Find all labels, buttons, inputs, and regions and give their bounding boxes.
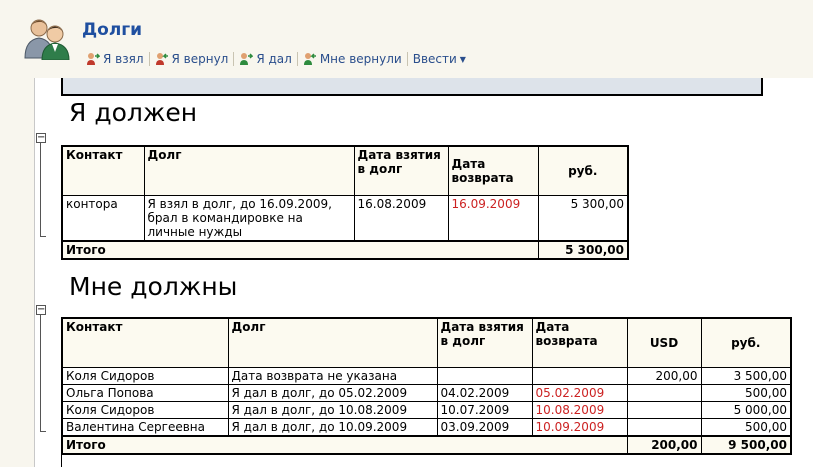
i-took-button[interactable]: Я взял — [86, 52, 144, 66]
section-title-owed-to-me: Мне должны — [69, 272, 238, 301]
table-header-row: Контакт Долг Дата взятия в долг Дата воз… — [61, 317, 792, 368]
cell-date-return — [531, 366, 628, 385]
table-row[interactable]: контора Я взял в долг, до 16.09.2009, бр… — [61, 194, 629, 241]
i-returned-label: Я вернул — [171, 52, 229, 66]
enter-dropdown-button[interactable]: Ввести ▼ — [413, 52, 466, 66]
col-header-debt: Долг — [227, 317, 438, 368]
total-rub: 9 500,00 — [700, 434, 792, 455]
cell-debt: Дата возврата не указана — [227, 366, 438, 385]
cell-date-return: 10.09.2009 — [531, 417, 628, 436]
cell-debt: Я дал в долг, до 10.09.2009 — [227, 417, 438, 436]
table-owed-to-me: Контакт Долг Дата взятия в долг Дата воз… — [61, 317, 792, 455]
cell-contact: Ольга Попова — [61, 383, 229, 402]
group-outline-end — [40, 431, 46, 432]
person-arrow-icon — [155, 53, 168, 65]
toolbar-separator — [296, 52, 298, 66]
cell-date-given: 03.09.2009 — [436, 417, 533, 436]
group-outline-line — [40, 315, 41, 431]
table-row[interactable]: Валентина Сергеевна Я дал в долг, до 10.… — [61, 417, 792, 436]
people-icon — [24, 19, 70, 60]
cell-date-return: 10.08.2009 — [531, 400, 628, 419]
collapse-group-i-owe[interactable]: − — [36, 133, 46, 143]
person-arrow-icon — [87, 53, 100, 65]
cell-date-taken: 16.08.2009 — [353, 194, 449, 241]
group-outline-line — [40, 143, 41, 236]
toolbar-separator — [148, 52, 150, 66]
cell-contact: Коля Сидоров — [61, 400, 229, 419]
cell-contact: Валентина Сергеевна — [61, 417, 229, 436]
cell-usd — [626, 417, 702, 436]
col-header-contact: Контакт — [61, 145, 145, 196]
cell-date-given: 10.07.2009 — [436, 400, 533, 419]
cell-usd — [626, 383, 702, 402]
col-header-date-return: Дата возврата — [447, 145, 539, 196]
i-returned-button[interactable]: Я вернул — [155, 52, 229, 66]
cell-date-given: 04.02.2009 — [436, 383, 533, 402]
col-header-date-taken: Дата взятия в долг — [353, 145, 449, 196]
toolbar: Я взял Я вернул Я дал Мне вернули Ввести… — [86, 52, 466, 66]
cell-rub: 500,00 — [700, 417, 792, 436]
cell-debt: Я взял в долг, до 16.09.2009, брал в ком… — [143, 194, 355, 241]
group-outline-end — [40, 236, 46, 237]
report-header-strip — [61, 78, 763, 96]
total-usd: 200,00 — [626, 434, 702, 455]
i-took-label: Я взял — [103, 52, 144, 66]
col-header-rub: руб. — [537, 145, 629, 196]
table-row[interactable]: Коля Сидоров Дата возврата не указана 20… — [61, 366, 792, 385]
table-row[interactable]: Коля Сидоров Я дал в долг, до 10.08.2009… — [61, 400, 792, 419]
cell-usd — [626, 400, 702, 419]
person-arrow-icon — [240, 53, 254, 65]
total-label: Итого — [61, 434, 628, 455]
total-row: Итого 200,00 9 500,00 — [61, 434, 792, 455]
chevron-down-icon: ▼ — [459, 54, 466, 64]
toolbar-separator — [406, 52, 408, 66]
collapse-group-owed-to-me[interactable]: − — [36, 305, 46, 315]
cell-rub: 5 300,00 — [537, 194, 629, 241]
col-header-date-given: Дата взятия в долг — [436, 317, 533, 368]
cell-rub: 500,00 — [700, 383, 792, 402]
cell-rub: 5 000,00 — [700, 400, 792, 419]
page-title: Долги — [82, 20, 143, 40]
col-header-rub: руб. — [700, 317, 792, 368]
report-left-border — [61, 452, 62, 467]
table-row[interactable]: Ольга Попова Я дал в долг, до 05.02.2009… — [61, 383, 792, 402]
total-label: Итого — [61, 239, 539, 260]
form-header: Долги Я взял Я вернул Я дал Мне вернули … — [0, 0, 813, 78]
cell-contact: Коля Сидоров — [61, 366, 229, 385]
table-i-owe: Контакт Долг Дата взятия в долг Дата воз… — [61, 145, 629, 260]
cell-usd: 200,00 — [626, 366, 702, 385]
cell-date-return: 05.02.2009 — [531, 383, 628, 402]
cell-debt: Я дал в долг, до 10.08.2009 — [227, 400, 438, 419]
col-header-contact: Контакт — [61, 317, 229, 368]
returned-to-me-button[interactable]: Мне вернули — [303, 52, 402, 66]
col-header-date-return: Дата возврата — [531, 317, 628, 368]
cell-date-given — [436, 366, 533, 385]
cell-rub: 3 500,00 — [700, 366, 792, 385]
section-title-i-owe: Я должен — [69, 98, 198, 127]
total-row: Итого 5 300,00 — [61, 239, 629, 260]
col-header-usd: USD — [626, 317, 702, 368]
cell-date-return: 16.09.2009 — [447, 194, 539, 241]
table-header-row: Контакт Долг Дата взятия в долг Дата воз… — [61, 145, 629, 196]
person-arrow-icon — [303, 53, 316, 65]
col-header-debt: Долг — [143, 145, 355, 196]
total-rub: 5 300,00 — [537, 239, 629, 260]
returned-to-me-label: Мне вернули — [319, 52, 402, 66]
enter-label: Ввести — [412, 52, 457, 66]
cell-contact: контора — [61, 194, 145, 241]
toolbar-separator — [233, 52, 235, 66]
i-gave-button[interactable]: Я дал — [239, 52, 292, 66]
i-gave-label: Я дал — [256, 52, 292, 66]
cell-debt: Я дал в долг, до 05.02.2009 — [227, 383, 438, 402]
